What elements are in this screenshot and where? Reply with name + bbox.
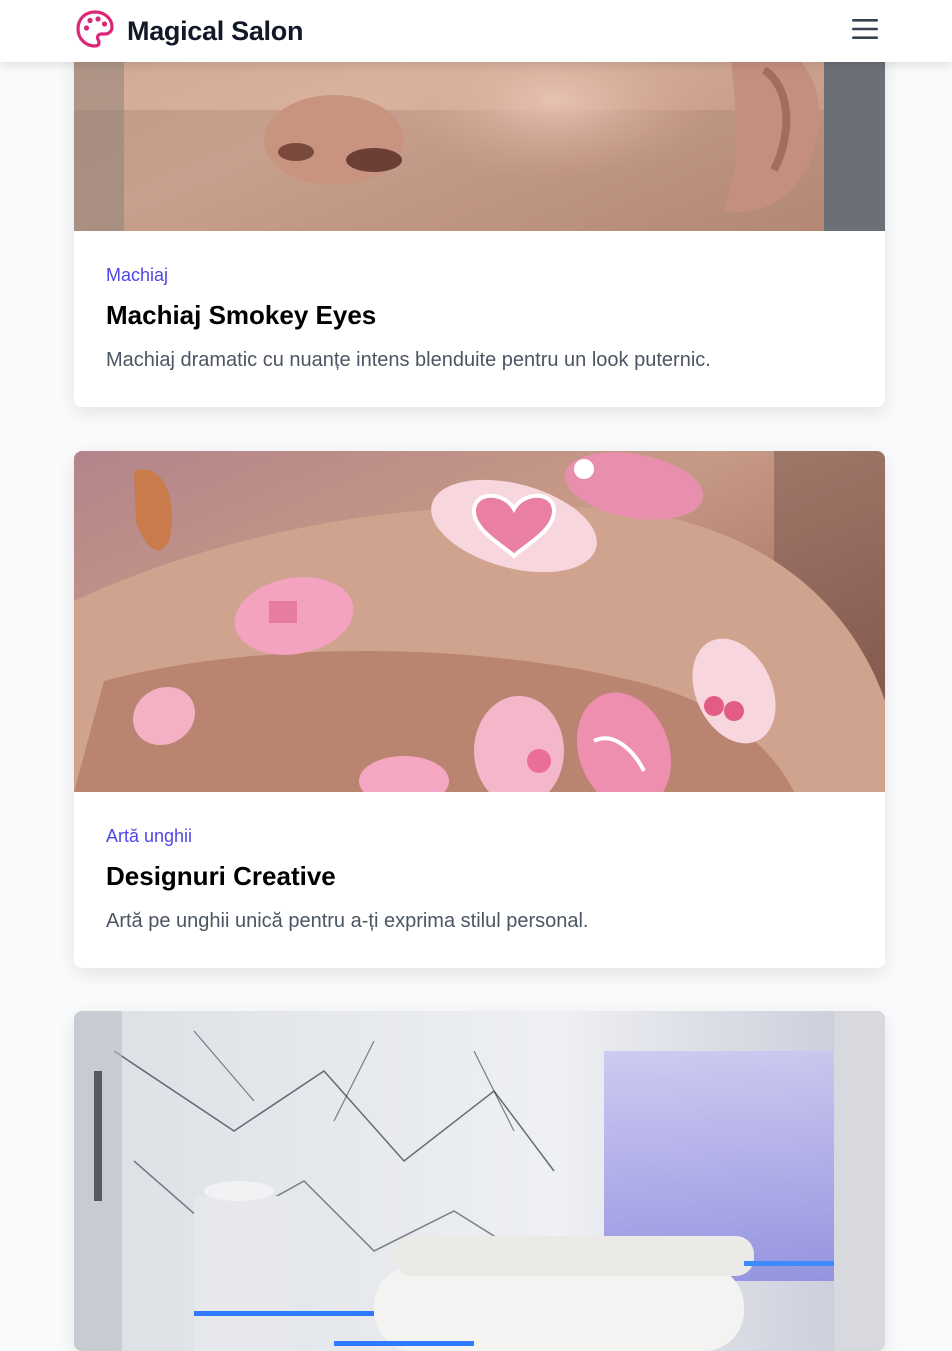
service-card[interactable] [74, 1011, 885, 1351]
card-image-spa [74, 1011, 885, 1351]
palette-icon [75, 9, 115, 54]
card-description: Artă pe unghii unică pentru a-ți exprima… [106, 910, 589, 932]
top-navbar: Magical Salon [0, 0, 952, 62]
hamburger-menu-icon [852, 18, 878, 45]
card-category: Artă unghii [106, 826, 193, 846]
card-title: Designuri Creative [106, 861, 336, 891]
service-card[interactable]: Artă unghii Designuri Creative Artă pe u… [74, 451, 885, 968]
card-title: Machiaj Smokey Eyes [106, 300, 377, 330]
card-image-nails [74, 451, 885, 792]
brand-title: Magical Salon [127, 15, 304, 46]
card-category: Machiaj [106, 265, 169, 285]
brand[interactable]: Magical Salon [75, 9, 303, 54]
card-description: Machiaj dramatic cu nuanțe intens blendu… [106, 349, 711, 371]
hamburger-menu-button[interactable] [850, 16, 880, 46]
